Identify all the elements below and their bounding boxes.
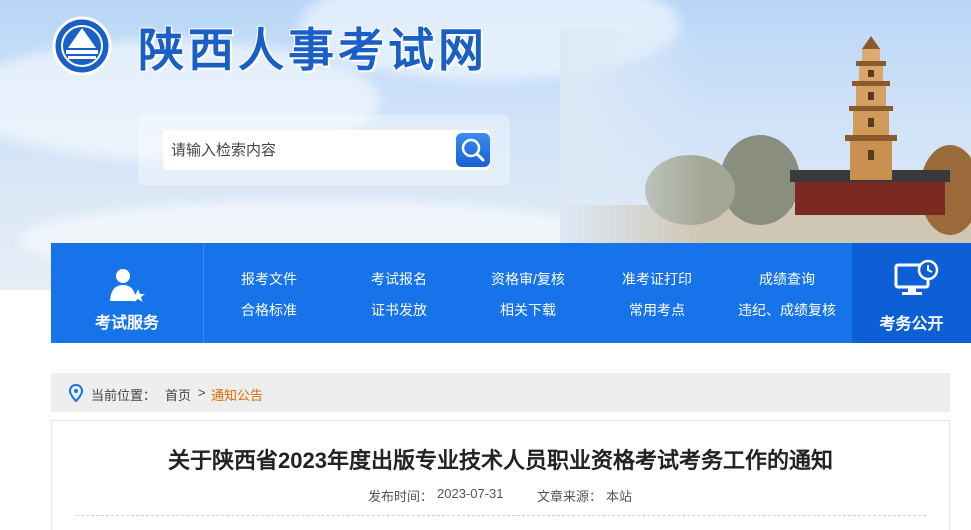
nav-item-certificate-issue[interactable]: 证书发放 bbox=[334, 300, 464, 320]
article-title: 关于陕西省2023年度出版专业技术人员职业资格考试考务工作的通知 bbox=[168, 448, 833, 473]
user-star-icon bbox=[110, 269, 145, 302]
source-label: 文章来源： bbox=[537, 489, 603, 504]
breadcrumb: 当前位置： 首页 > 通知公告 bbox=[51, 373, 950, 412]
nav-item-admission-ticket[interactable]: 准考证打印 bbox=[592, 269, 722, 289]
publish-time-value: 2023-07-31 bbox=[437, 486, 504, 501]
search-icon bbox=[461, 138, 485, 162]
exam-service-panel[interactable]: 考试服务 bbox=[51, 243, 204, 343]
exam-affairs-label: 考务公开 bbox=[879, 316, 944, 333]
search-button[interactable] bbox=[453, 130, 490, 170]
exam-affairs-panel[interactable]: 考务公开 bbox=[852, 243, 971, 343]
pagoda-scene-image bbox=[560, 30, 971, 245]
site-logo[interactable] bbox=[52, 16, 112, 81]
nav-item-downloads[interactable]: 相关下载 bbox=[463, 300, 593, 320]
nav-item-pass-standard[interactable]: 合格标准 bbox=[204, 300, 334, 320]
nav-item-violation-review[interactable]: 违纪、成绩复核 bbox=[722, 300, 852, 320]
monitor-clock-icon bbox=[894, 259, 939, 295]
breadcrumb-separator: > bbox=[198, 385, 206, 400]
nav-item-application-docs[interactable]: 报考文件 bbox=[204, 269, 334, 289]
publish-time-label: 发布时间： bbox=[368, 489, 434, 504]
article-container bbox=[51, 420, 950, 530]
site-title: 陕西人事考试网 bbox=[138, 23, 488, 77]
breadcrumb-home-link[interactable]: 首页 bbox=[165, 385, 191, 404]
exam-service-label: 考试服务 bbox=[94, 315, 159, 332]
source-value: 本站 bbox=[606, 489, 633, 504]
search-button-bg bbox=[456, 133, 490, 167]
nav-item-exam-sites[interactable]: 常用考点 bbox=[592, 300, 722, 320]
logo-emblem-icon bbox=[52, 16, 112, 76]
breadcrumb-prefix: 当前位置： bbox=[91, 388, 157, 403]
nav-item-qualification-review[interactable]: 资格审/复核 bbox=[463, 269, 593, 289]
location-pin-icon bbox=[69, 384, 83, 402]
nav-item-score-query[interactable]: 成绩查询 bbox=[722, 269, 852, 289]
breadcrumb-current-link[interactable]: 通知公告 bbox=[211, 385, 263, 404]
article-divider bbox=[76, 515, 926, 516]
search-input[interactable] bbox=[163, 130, 453, 170]
nav-item-registration[interactable]: 考试报名 bbox=[334, 269, 464, 289]
